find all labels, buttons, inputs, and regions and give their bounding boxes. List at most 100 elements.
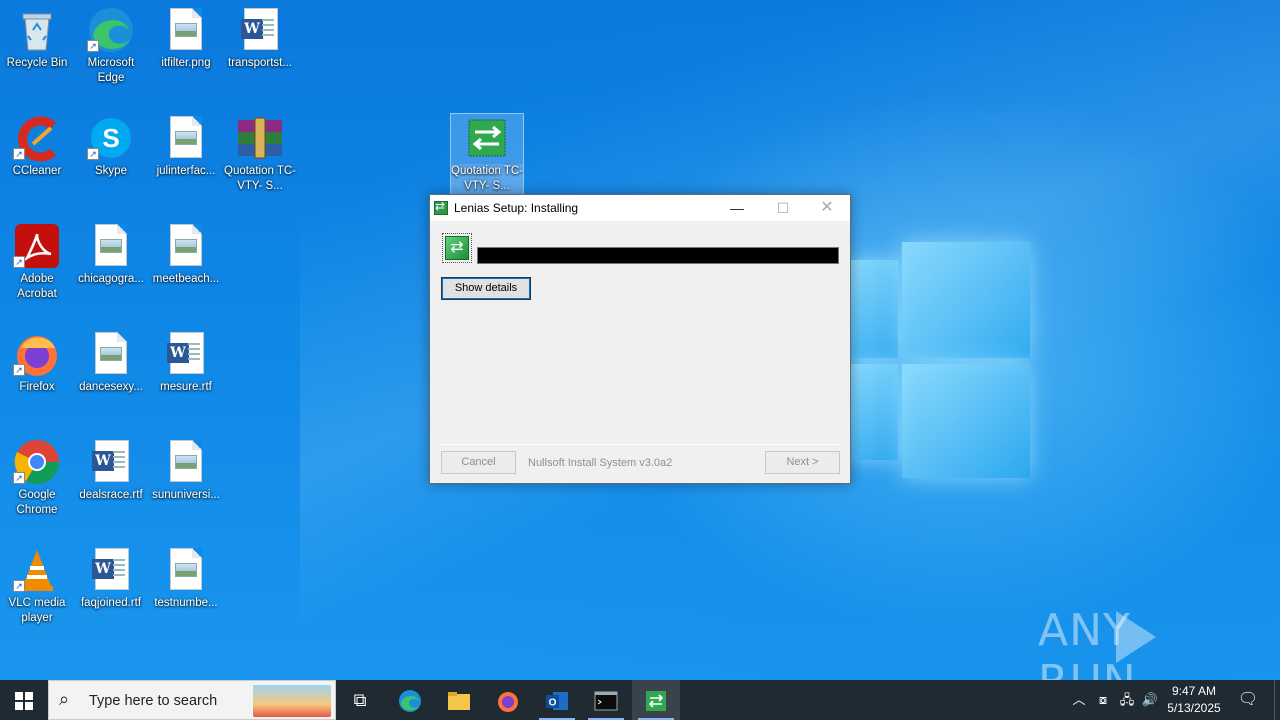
desktop-icon-label: dealsrace.rtf xyxy=(79,489,143,501)
desktop-icon-label: dancesexy... xyxy=(79,381,143,393)
anyrun-watermark: ANYRUN xyxy=(1038,605,1238,680)
desktop-icon-quotation-archive[interactable]: Quotation TC-VTY- S... xyxy=(224,114,296,194)
shortcut-arrow-icon: ↗ xyxy=(87,40,99,52)
taskbar-clock[interactable]: 9:47 AM 5/13/2025 xyxy=(1162,683,1226,717)
desktop-icon-label: mesure.rtf xyxy=(160,381,212,393)
word-doc-icon: W xyxy=(236,6,284,54)
desktop-icon-label: meetbeach... xyxy=(152,273,220,285)
image-file-icon xyxy=(87,330,135,378)
desktop-icon-label: Quotation TC-VTY- S... xyxy=(451,164,524,194)
desktop-icon-label: chicagogra... xyxy=(78,273,144,285)
shortcut-arrow-icon: ↗ xyxy=(13,148,25,160)
volume-icon[interactable]: 🔊 xyxy=(1140,680,1160,720)
maximize-button[interactable]: ☐ xyxy=(760,195,806,221)
taskbar-installer[interactable] xyxy=(632,680,680,720)
desktop-icon-testnumbe[interactable]: testnumbe... xyxy=(150,546,222,611)
clock-time: 9:47 AM xyxy=(1171,684,1217,698)
desktop-icon-quotation-installer[interactable]: Quotation TC-VTY- S... xyxy=(450,113,524,195)
desktop-icon-ccleaner[interactable]: ↗ CCleaner xyxy=(1,114,73,179)
desktop-icon-mesure[interactable]: W mesure.rtf xyxy=(150,330,222,395)
desktop-icon-label: Microsoft Edge xyxy=(87,57,135,84)
image-file-icon xyxy=(87,222,135,270)
desktop-icon-julinterfac[interactable]: julinterfac... xyxy=(150,114,222,179)
shortcut-arrow-icon: ↗ xyxy=(13,256,25,268)
minimize-button[interactable]: — xyxy=(714,195,760,221)
dialog-title-bar[interactable]: Lenias Setup: Installing — ☐ ✕ xyxy=(430,195,850,221)
shortcut-arrow-icon: ↗ xyxy=(13,472,25,484)
image-file-icon xyxy=(162,114,210,162)
word-doc-icon: W xyxy=(87,438,135,486)
desktop-icon-label: transportst... xyxy=(228,57,292,69)
edge-icon: ↗ xyxy=(87,6,135,54)
installer-logo-icon: ⇄ xyxy=(442,233,472,263)
desktop-icon-skype[interactable]: S ↗ Skype xyxy=(75,114,147,179)
desktop: Recycle Bin ↗ CCleaner ↗ Adobe Acrobat ↗… xyxy=(0,0,1280,680)
task-view-button[interactable]: ⧉ xyxy=(336,680,384,720)
desktop-icon-label: Quotation TC-VTY- S... xyxy=(224,165,297,192)
dialog-separator xyxy=(441,444,839,445)
desktop-icon-label: Recycle Bin xyxy=(6,57,68,69)
install-progress-bar xyxy=(477,247,839,264)
taskbar-file-explorer[interactable] xyxy=(435,680,483,720)
show-hidden-icons-chevron-icon[interactable]: ︿ xyxy=(1070,680,1088,720)
desktop-icon-firefox[interactable]: ↗ Firefox xyxy=(1,330,73,395)
show-desktop-button[interactable] xyxy=(1274,680,1280,720)
edge-icon xyxy=(399,690,421,713)
desktop-icon-dealsrace[interactable]: W dealsrace.rtf xyxy=(75,438,147,503)
desktop-icon-meetbeach[interactable]: meetbeach... xyxy=(150,222,222,287)
word-doc-icon: W xyxy=(162,330,210,378)
windows-start-icon xyxy=(15,692,33,711)
firefox-icon xyxy=(498,692,518,713)
meet-now-icon[interactable]: ⧇ xyxy=(1094,680,1112,720)
nsis-version-text: Nullsoft Install System v3.0a2 xyxy=(528,457,673,469)
desktop-icon-label: itfilter.png xyxy=(161,57,211,69)
desktop-icon-label: CCleaner xyxy=(12,165,62,177)
shortcut-arrow-icon: ↗ xyxy=(13,580,25,592)
svg-text:O: O xyxy=(549,698,557,709)
nsis-installer-icon xyxy=(646,691,666,712)
start-button[interactable] xyxy=(0,680,48,720)
desktop-icon-transportst[interactable]: W transportst... xyxy=(224,6,296,71)
desktop-icon-dancesexy[interactable]: dancesexy... xyxy=(75,330,147,395)
desktop-icon-itfilter[interactable]: itfilter.png xyxy=(150,6,222,71)
chrome-icon: ↗ xyxy=(13,438,61,486)
nsis-installer-icon xyxy=(463,114,511,162)
taskbar: ⌕ Type here to search ⧉ O ︿ ⧇ 🖧 🔊 9:47 A… xyxy=(0,680,1280,720)
desktop-icon-label: Adobe Acrobat xyxy=(17,273,57,300)
notification-center-icon[interactable]: 🗨 xyxy=(1234,680,1262,720)
desktop-icon-adobe-acrobat[interactable]: ↗ Adobe Acrobat xyxy=(1,222,73,302)
desktop-icon-label: faqjoined.rtf xyxy=(80,597,142,609)
search-highlight-image xyxy=(253,685,331,717)
close-button[interactable]: ✕ xyxy=(804,195,850,221)
cancel-button[interactable]: Cancel xyxy=(441,451,516,474)
shortcut-arrow-icon: ↗ xyxy=(13,364,25,376)
nsis-installer-icon xyxy=(434,199,448,215)
desktop-icon-google-chrome[interactable]: ↗ Google Chrome xyxy=(1,438,73,518)
desktop-icon-sununiversi[interactable]: sununiversi... xyxy=(150,438,222,503)
desktop-icon-label: Google Chrome xyxy=(16,489,58,516)
acrobat-icon: ↗ xyxy=(13,222,61,270)
play-logo-icon xyxy=(1112,607,1160,667)
desktop-icon-label: Skype xyxy=(95,165,127,177)
taskbar-firefox[interactable] xyxy=(484,680,532,720)
desktop-icon-chicagogra[interactable]: chicagogra... xyxy=(75,222,147,287)
image-file-icon xyxy=(162,6,210,54)
taskbar-search-box[interactable]: ⌕ Type here to search xyxy=(48,680,336,720)
desktop-icon-recycle-bin[interactable]: Recycle Bin xyxy=(1,6,73,71)
desktop-icon-label: testnumbe... xyxy=(154,597,218,609)
desktop-icon-microsoft-edge[interactable]: ↗ Microsoft Edge xyxy=(75,6,147,86)
winrar-archive-icon xyxy=(236,114,284,162)
word-doc-icon: W xyxy=(87,546,135,594)
skype-icon: S ↗ xyxy=(87,114,135,162)
vlc-icon: ↗ xyxy=(13,546,61,594)
dialog-title: Lenias Setup: Installing xyxy=(454,201,579,215)
taskbar-edge[interactable] xyxy=(386,680,434,720)
taskbar-cmd[interactable] xyxy=(582,680,630,720)
desktop-icon-vlc[interactable]: ↗ VLC media player xyxy=(1,546,73,626)
show-details-button[interactable]: Show details xyxy=(441,277,531,300)
next-button[interactable]: Next > xyxy=(765,451,840,474)
desktop-icon-faqjoined[interactable]: W faqjoined.rtf xyxy=(75,546,147,611)
taskbar-outlook[interactable]: O xyxy=(533,680,581,720)
image-file-icon xyxy=(162,438,210,486)
network-icon[interactable]: 🖧 xyxy=(1117,680,1137,720)
